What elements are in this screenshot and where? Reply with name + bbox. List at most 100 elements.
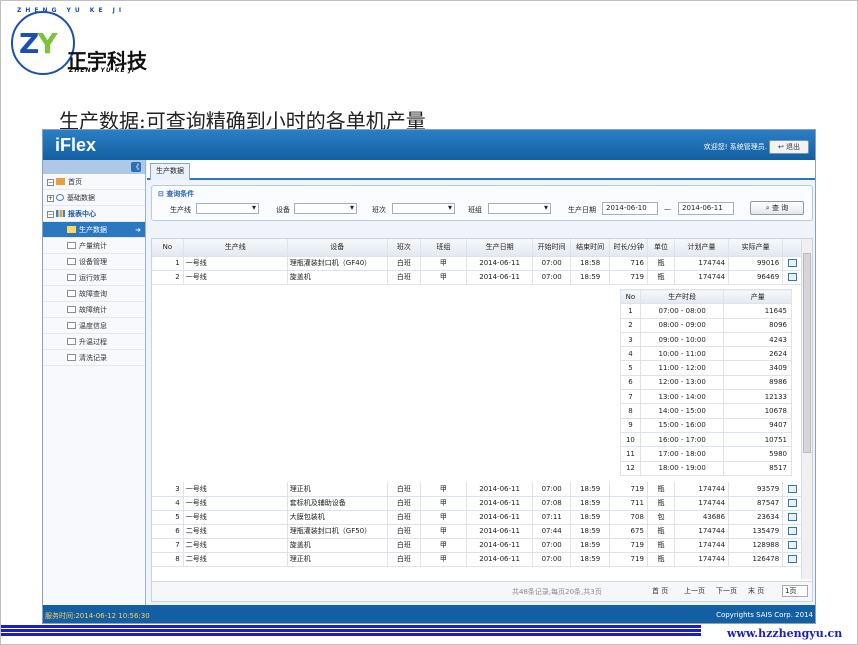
table-body-bottom: 3 一号线 理正机 白班甲 2014-06-11 07:00 18:59 719 瓶 174744… [152,482,802,567]
column-header[interactable]: 班次 [387,239,422,257]
sidebar-item-label: 产量统计 [79,242,107,250]
column-header[interactable]: 单位 [647,239,675,257]
detail-icon[interactable] [787,541,797,549]
collapse-sidebar-button[interactable]: 《 [131,162,141,172]
column-header[interactable]: 生产日期 [466,239,534,257]
shift-select[interactable] [392,203,455,214]
table-cell: 23634 [728,510,784,525]
sidebar-item-label: 报表中心 [68,210,96,218]
detail-icon[interactable] [787,555,797,563]
line-select[interactable] [196,203,259,214]
table-row[interactable]: 5 一号线 大膜包装机 白班甲 2014-06-11 07:11 18:59 708 包 4368… [152,510,802,525]
website-link[interactable]: www.hzzhengyu.cn [727,627,842,640]
group-select[interactable] [488,203,551,214]
detail-row[interactable]: 10 16:00 - 17:00 10751 [620,431,792,448]
table-cell: 包 [647,510,675,525]
prev-page-button[interactable]: 上一页 [684,586,705,596]
detail-row[interactable]: 6 12:00 - 13:00 8986 [620,374,792,391]
detail-icon[interactable] [787,513,797,521]
detail-cell: 10678 [723,403,792,419]
folder-icon [67,354,76,361]
date-from-input[interactable]: 2014-06-10 [602,202,658,215]
table-row[interactable]: 2 一号线 旋盖机 白班甲 2014-06-11 07:00 18:59 719 瓶 174744… [152,270,802,285]
detail-row[interactable]: 8 14:00 - 15:00 10678 [620,403,792,419]
detail-cell: 16:00 - 17:00 [639,431,725,448]
detail-row[interactable]: 2 08:00 - 09:00 8096 [620,317,792,333]
sidebar-item-heating[interactable]: 升温过程 [43,334,145,350]
sidebar-item-output-stats[interactable]: 产量统计 [43,238,145,254]
sidebar-item-report-center[interactable]: − 报表中心 [43,206,145,222]
detail-cell: 3 [620,331,641,348]
detail-icon[interactable] [787,273,797,281]
column-header[interactable]: 开始时间 [532,239,571,257]
detail-row[interactable]: 4 10:00 - 11:00 2624 [620,346,792,362]
detail-row[interactable]: 9 15:00 - 16:00 9407 [620,417,792,433]
table-cell: 旋盖机 [287,538,388,553]
sidebar-item-home[interactable]: − 首页 [43,174,145,190]
detail-cell: 13:00 - 14:00 [639,389,725,405]
sidebar-item-efficiency[interactable]: 运行效率 [43,270,145,286]
column-header[interactable]: 班组 [420,239,467,257]
sidebar-item-temperature[interactable]: 温度信息 [43,318,145,334]
detail-row[interactable]: 1 07:00 - 08:00 11645 [620,303,792,319]
table-cell: 174744 [674,538,730,553]
sidebar-item-base-data[interactable]: + 基础数据 [43,190,145,206]
detail-row[interactable]: 5 11:00 - 12:00 3409 [620,360,792,376]
vertical-scrollbar[interactable] [801,239,812,579]
sidebar-item-cleaning[interactable]: 清洗记录 [43,350,145,366]
table-cell: 2014-06-11 [466,538,534,553]
last-page-button[interactable]: 末 页 [748,586,764,596]
table-row[interactable]: 4 一号线 套标机及辅助设备 白班甲 2014-06-11 07:08 18:59 711 瓶 1… [152,496,802,511]
table-cell: 135479 [728,524,784,539]
expand-icon[interactable]: + [47,195,54,202]
first-page-button[interactable]: 首 页 [652,586,668,596]
table-row[interactable]: 8 二号线 理正机 白班甲 2014-06-11 07:00 18:59 719 瓶 174744… [152,552,802,567]
page-select[interactable]: 1页 [782,585,808,597]
column-header[interactable]: No [152,239,184,257]
detail-cell: 11:00 - 12:00 [639,360,725,376]
table-cell: 174744 [674,256,730,271]
column-header[interactable]: 生产线 [183,239,288,257]
collapse-icon[interactable]: − [47,179,54,186]
sidebar-item-production-data[interactable]: 生产数据 ➜ [43,222,145,238]
search-button[interactable]: ⌕ 查 询 [750,201,804,215]
detail-column-header[interactable]: 生产时段 [639,288,725,305]
column-header[interactable]: 结束时间 [570,239,611,257]
company-logo: ZHENG YU KE JI ZY 正宇科技 ZHENG YU KE JI [7,5,147,75]
detail-column-header[interactable]: 产量 [723,288,792,305]
tab-production-data[interactable]: 生产数据 [150,163,190,180]
sidebar-item-label: 生产数据 [79,226,107,234]
date-separator: — [664,205,671,213]
next-page-button[interactable]: 下一页 [716,586,737,596]
device-select[interactable] [294,203,357,214]
scrollbar-thumb[interactable] [803,253,811,453]
column-header[interactable]: 时长/分钟 [609,239,648,257]
column-header[interactable]: 设备 [287,239,388,257]
table-row[interactable]: 1 一号线 理瓶灌装封口机（GF40） 白班甲 2014-06-11 07:00 18:58… [152,256,802,271]
logout-button[interactable]: ↩ 退出 [769,140,809,154]
detail-row[interactable]: 12 18:00 - 19:00 8517 [620,460,792,476]
detail-row[interactable]: 11 17:00 - 18:00 5980 [620,446,792,462]
table-cell: 708 [609,510,648,525]
date-to-input[interactable]: 2014-06-11 [678,202,734,215]
table-cell: 174744 [674,524,730,539]
collapse-icon[interactable]: − [47,211,54,218]
detail-icon[interactable] [787,499,797,507]
sidebar-item-device-management[interactable]: 设备管理 [43,254,145,270]
column-header[interactable]: 计划产量 [674,239,730,257]
table-row[interactable]: 3 一号线 理正机 白班甲 2014-06-11 07:00 18:59 719 瓶 174744… [152,482,802,497]
sidebar-item-fault-stats[interactable]: 故障统计 [43,302,145,318]
table-cell: 07:00 [532,270,571,285]
detail-row[interactable]: 7 13:00 - 14:00 12133 [620,389,792,405]
sidebar-item-fault-query[interactable]: 故障查询 [43,286,145,302]
detail-icon[interactable] [787,484,797,493]
status-bar: 服务时间:2014-06-12 10:56:30 Copyrights SAIS… [43,605,815,623]
detail-column-header[interactable]: No [620,288,641,305]
table-row[interactable]: 7 二号线 旋盖机 白班甲 2014-06-11 07:00 18:59 719 瓶 174744… [152,538,802,553]
detail-icon[interactable] [787,259,797,267]
table-row[interactable]: 6 二号线 理瓶灌装封口机（GF50） 白班甲 2014-06-11 07:44 18:59… [152,524,802,539]
table-cell: 白班 [387,524,422,539]
column-header[interactable]: 实际产量 [728,239,784,257]
detail-row[interactable]: 3 09:00 - 10:00 4243 [620,331,792,348]
detail-icon[interactable] [787,527,797,535]
